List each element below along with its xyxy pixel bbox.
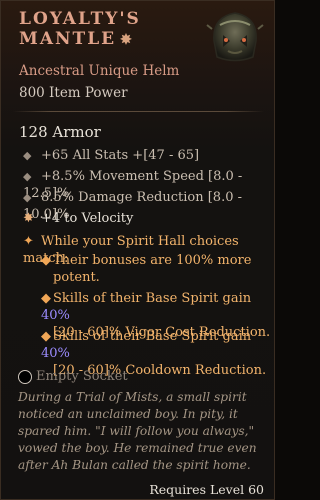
item-power: 800 Item Power	[19, 85, 128, 101]
lore-text: During a Trial of Mists, a small spirit …	[18, 390, 257, 472]
stat-row-velocity: ✸ +4 to Velocity	[23, 211, 134, 226]
bullet-diamond-icon: ◆	[23, 170, 32, 183]
item-type: Ancestral Unique Helm	[19, 63, 180, 79]
armor-value: 128 Armor	[19, 123, 101, 141]
level-requirement: Requires Level 60	[149, 482, 264, 497]
socket-icon	[18, 369, 32, 384]
item-title-line1: Loyalty's	[19, 9, 141, 29]
velocity-star-icon: ✸	[23, 211, 34, 226]
bullet-diamond-icon: ◆	[41, 329, 51, 344]
stat-row: ◆ +65 All Stats +[47 - 65]	[23, 148, 200, 163]
helm-icon	[206, 12, 264, 62]
divider	[13, 111, 264, 112]
unique-power-line: ◆ Their bonuses are 100% more potent.	[41, 253, 252, 285]
unique-star-icon: ✸	[120, 32, 132, 48]
bullet-diamond-icon: ◆	[41, 291, 51, 306]
unique-bullet-icon: ✦	[23, 234, 34, 249]
empty-socket: Empty Socket	[18, 369, 128, 384]
item-title: Loyalty's Mantle ✸	[19, 9, 199, 50]
item-tooltip: Loyalty's Mantle ✸ Ancestral Unique Helm …	[0, 0, 275, 500]
item-title-line2: Mantle	[19, 29, 117, 49]
bullet-diamond-icon: ◆	[23, 191, 32, 204]
bullet-diamond-icon: ◆	[23, 149, 32, 162]
bullet-diamond-icon: ◆	[41, 253, 51, 268]
